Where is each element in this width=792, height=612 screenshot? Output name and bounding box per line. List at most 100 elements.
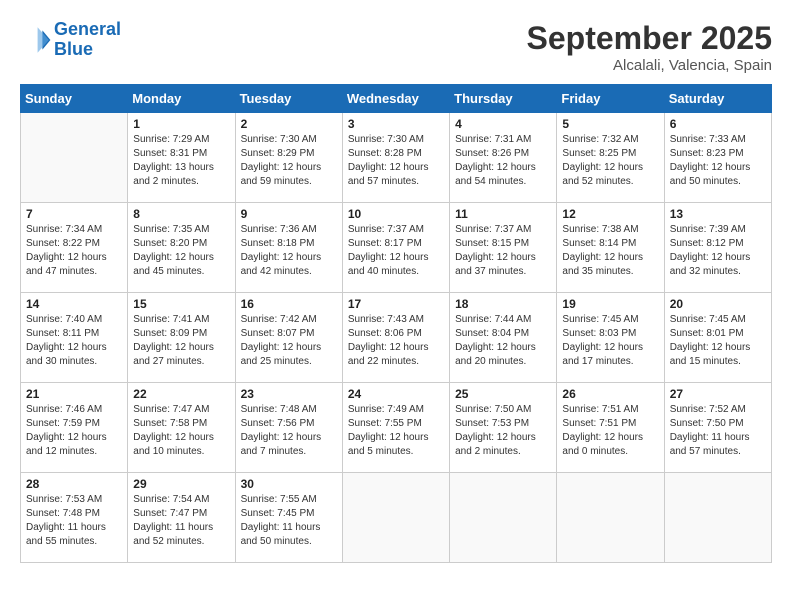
day-number: 18 xyxy=(455,297,551,311)
day-info: Sunrise: 7:37 AMSunset: 8:15 PMDaylight:… xyxy=(455,223,551,279)
day-info: Sunrise: 7:32 AMSunset: 8:25 PMDaylight:… xyxy=(562,133,658,189)
day-number: 25 xyxy=(455,387,551,401)
calendar-cell: 15 Sunrise: 7:41 AMSunset: 8:09 PMDayligh… xyxy=(128,293,235,383)
day-info: Sunrise: 7:52 AMSunset: 7:50 PMDaylight:… xyxy=(670,403,766,459)
day-number: 4 xyxy=(455,117,551,131)
day-info: Sunrise: 7:47 AMSunset: 7:58 PMDaylight:… xyxy=(133,403,229,459)
day-of-week-header: Thursday xyxy=(450,85,557,113)
day-number: 28 xyxy=(26,477,122,491)
calendar-cell xyxy=(664,473,771,563)
day-number: 5 xyxy=(562,117,658,131)
calendar: SundayMondayTuesdayWednesdayThursdayFrid… xyxy=(20,84,772,563)
title-block: September 2025 Alcalali, Valencia, Spain xyxy=(527,20,772,74)
day-info: Sunrise: 7:43 AMSunset: 8:06 PMDaylight:… xyxy=(348,313,444,369)
calendar-cell: 22 Sunrise: 7:47 AMSunset: 7:58 PMDayligh… xyxy=(128,383,235,473)
day-info: Sunrise: 7:40 AMSunset: 8:11 PMDaylight:… xyxy=(26,313,122,369)
day-number: 3 xyxy=(348,117,444,131)
day-info: Sunrise: 7:29 AMSunset: 8:31 PMDaylight:… xyxy=(133,133,229,189)
calendar-cell: 24 Sunrise: 7:49 AMSunset: 7:55 PMDayligh… xyxy=(342,383,449,473)
day-info: Sunrise: 7:42 AMSunset: 8:07 PMDaylight:… xyxy=(241,313,337,369)
calendar-cell: 7Sunrise: 7:34 AMSunset: 8:22 PMDaylight… xyxy=(21,203,128,293)
logo: General Blue xyxy=(20,20,121,60)
calendar-cell: 5 Sunrise: 7:32 AMSunset: 8:25 PMDaylight… xyxy=(557,113,664,203)
day-of-week-header: Saturday xyxy=(664,85,771,113)
header: General Blue September 2025 Alcalali, Va… xyxy=(20,20,772,74)
day-of-week-header: Wednesday xyxy=(342,85,449,113)
calendar-week-row: 7Sunrise: 7:34 AMSunset: 8:22 PMDaylight… xyxy=(21,203,772,293)
day-number: 15 xyxy=(133,297,229,311)
calendar-cell: 21Sunrise: 7:46 AMSunset: 7:59 PMDayligh… xyxy=(21,383,128,473)
day-of-week-header: Monday xyxy=(128,85,235,113)
day-info: Sunrise: 7:34 AMSunset: 8:22 PMDaylight:… xyxy=(26,223,122,279)
day-info: Sunrise: 7:30 AMSunset: 8:29 PMDaylight:… xyxy=(241,133,337,189)
calendar-cell: 10 Sunrise: 7:37 AMSunset: 8:17 PMDayligh… xyxy=(342,203,449,293)
calendar-cell xyxy=(21,113,128,203)
calendar-cell: 16Sunrise: 7:42 AMSunset: 8:07 PMDayligh… xyxy=(235,293,342,383)
day-info: Sunrise: 7:38 AMSunset: 8:14 PMDaylight:… xyxy=(562,223,658,279)
calendar-cell: 2 Sunrise: 7:30 AMSunset: 8:29 PMDaylight… xyxy=(235,113,342,203)
calendar-cell: 11 Sunrise: 7:37 AMSunset: 8:15 PMDayligh… xyxy=(450,203,557,293)
day-info: Sunrise: 7:39 AMSunset: 8:12 PMDaylight:… xyxy=(670,223,766,279)
logo-text: General Blue xyxy=(54,20,121,60)
calendar-cell: 29 Sunrise: 7:54 AMSunset: 7:47 PMDayligh… xyxy=(128,473,235,563)
day-info: Sunrise: 7:50 AMSunset: 7:53 PMDaylight:… xyxy=(455,403,551,459)
day-of-week-header: Friday xyxy=(557,85,664,113)
day-number: 22 xyxy=(133,387,229,401)
day-number: 19 xyxy=(562,297,658,311)
day-number: 10 xyxy=(348,207,444,221)
calendar-cell: 20Sunrise: 7:45 AMSunset: 8:01 PMDayligh… xyxy=(664,293,771,383)
calendar-cell: 17 Sunrise: 7:43 AMSunset: 8:06 PMDayligh… xyxy=(342,293,449,383)
calendar-cell: 6Sunrise: 7:33 AMSunset: 8:23 PMDaylight… xyxy=(664,113,771,203)
calendar-week-row: 21Sunrise: 7:46 AMSunset: 7:59 PMDayligh… xyxy=(21,383,772,473)
day-number: 26 xyxy=(562,387,658,401)
day-number: 11 xyxy=(455,207,551,221)
day-info: Sunrise: 7:48 AMSunset: 7:56 PMDaylight:… xyxy=(241,403,337,459)
day-info: Sunrise: 7:33 AMSunset: 8:23 PMDaylight:… xyxy=(670,133,766,189)
calendar-cell: 18 Sunrise: 7:44 AMSunset: 8:04 PMDayligh… xyxy=(450,293,557,383)
day-number: 24 xyxy=(348,387,444,401)
day-number: 14 xyxy=(26,297,122,311)
day-info: Sunrise: 7:51 AMSunset: 7:51 PMDaylight:… xyxy=(562,403,658,459)
calendar-cell xyxy=(342,473,449,563)
calendar-cell: 26 Sunrise: 7:51 AMSunset: 7:51 PMDayligh… xyxy=(557,383,664,473)
day-info: Sunrise: 7:46 AMSunset: 7:59 PMDaylight:… xyxy=(26,403,122,459)
day-info: Sunrise: 7:37 AMSunset: 8:17 PMDaylight:… xyxy=(348,223,444,279)
calendar-cell: 1 Sunrise: 7:29 AMSunset: 8:31 PMDaylight… xyxy=(128,113,235,203)
logo-line2: Blue xyxy=(54,40,121,60)
day-number: 17 xyxy=(348,297,444,311)
day-info: Sunrise: 7:45 AMSunset: 8:01 PMDaylight:… xyxy=(670,313,766,369)
day-info: Sunrise: 7:41 AMSunset: 8:09 PMDaylight:… xyxy=(133,313,229,369)
day-info: Sunrise: 7:55 AMSunset: 7:45 PMDaylight:… xyxy=(241,493,337,549)
day-info: Sunrise: 7:31 AMSunset: 8:26 PMDaylight:… xyxy=(455,133,551,189)
calendar-cell: 14 Sunrise: 7:40 AMSunset: 8:11 PMDayligh… xyxy=(21,293,128,383)
day-info: Sunrise: 7:53 AMSunset: 7:48 PMDaylight:… xyxy=(26,493,122,549)
day-number: 13 xyxy=(670,207,766,221)
day-of-week-header: Sunday xyxy=(21,85,128,113)
day-number: 27 xyxy=(670,387,766,401)
day-info: Sunrise: 7:54 AMSunset: 7:47 PMDaylight:… xyxy=(133,493,229,549)
logo-icon xyxy=(20,24,52,56)
logo-line1: General xyxy=(54,19,121,39)
day-info: Sunrise: 7:45 AMSunset: 8:03 PMDaylight:… xyxy=(562,313,658,369)
day-number: 1 xyxy=(133,117,229,131)
day-number: 8 xyxy=(133,207,229,221)
calendar-cell: 19 Sunrise: 7:45 AMSunset: 8:03 PMDayligh… xyxy=(557,293,664,383)
day-number: 29 xyxy=(133,477,229,491)
month-year: September 2025 xyxy=(527,20,772,57)
calendar-cell xyxy=(450,473,557,563)
page: General Blue September 2025 Alcalali, Va… xyxy=(0,0,792,612)
day-info: Sunrise: 7:35 AMSunset: 8:20 PMDaylight:… xyxy=(133,223,229,279)
day-number: 12 xyxy=(562,207,658,221)
day-info: Sunrise: 7:44 AMSunset: 8:04 PMDaylight:… xyxy=(455,313,551,369)
calendar-cell: 28 Sunrise: 7:53 AMSunset: 7:48 PMDayligh… xyxy=(21,473,128,563)
day-number: 2 xyxy=(241,117,337,131)
location: Alcalali, Valencia, Spain xyxy=(527,57,772,74)
day-of-week-header: Tuesday xyxy=(235,85,342,113)
calendar-header-row: SundayMondayTuesdayWednesdayThursdayFrid… xyxy=(21,85,772,113)
calendar-cell: 3 Sunrise: 7:30 AMSunset: 8:28 PMDaylight… xyxy=(342,113,449,203)
day-info: Sunrise: 7:30 AMSunset: 8:28 PMDaylight:… xyxy=(348,133,444,189)
calendar-cell: 13 Sunrise: 7:39 AMSunset: 8:12 PMDayligh… xyxy=(664,203,771,293)
day-info: Sunrise: 7:49 AMSunset: 7:55 PMDaylight:… xyxy=(348,403,444,459)
calendar-cell: 12 Sunrise: 7:38 AMSunset: 8:14 PMDayligh… xyxy=(557,203,664,293)
calendar-cell: 8 Sunrise: 7:35 AMSunset: 8:20 PMDaylight… xyxy=(128,203,235,293)
